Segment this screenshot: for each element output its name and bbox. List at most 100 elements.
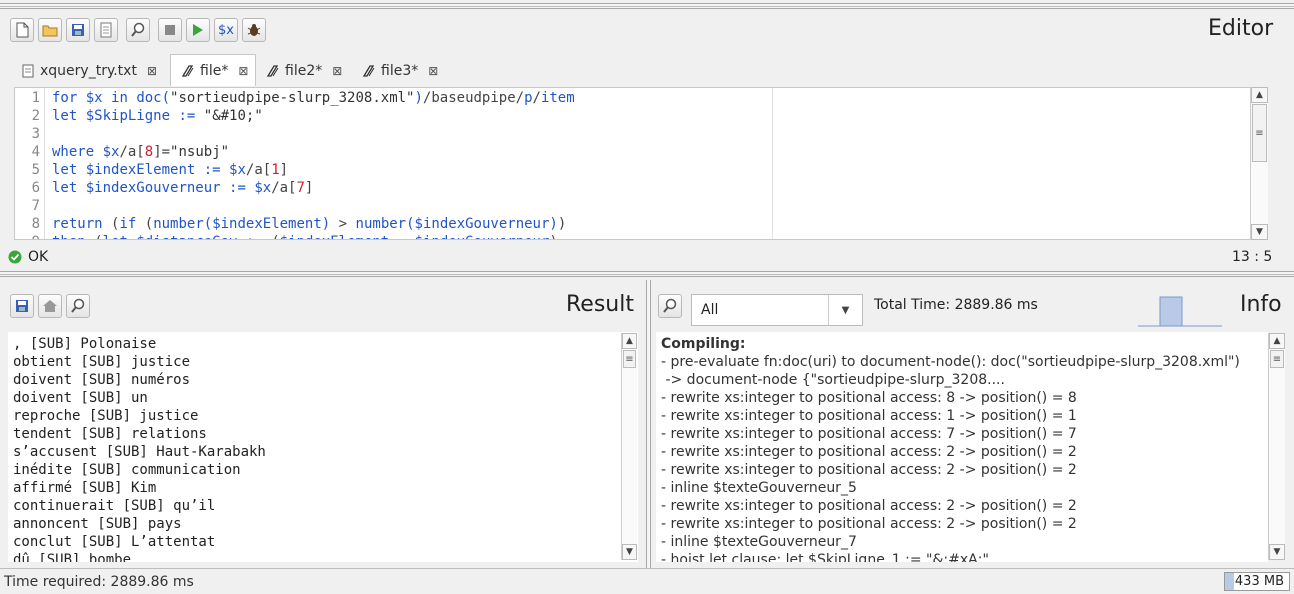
info-line: - pre-evaluate fn:doc(uri) to document-n… bbox=[661, 354, 1240, 370]
result-line: affirmé [SUB] Kim bbox=[13, 480, 157, 496]
scroll-thumb[interactable]: ≡ bbox=[1270, 350, 1284, 368]
play-icon bbox=[193, 24, 203, 36]
close-icon[interactable]: ⊠ bbox=[147, 64, 157, 78]
close-icon[interactable]: ⊠ bbox=[238, 64, 248, 78]
tab-file3[interactable]: file3* ⊠ bbox=[362, 56, 452, 86]
new-file-button[interactable] bbox=[10, 18, 34, 42]
save-icon bbox=[72, 24, 84, 36]
info-filter-select[interactable]: All ▼ bbox=[691, 294, 863, 326]
home-icon bbox=[43, 300, 57, 312]
stop-button[interactable] bbox=[158, 18, 182, 42]
find-info-button[interactable] bbox=[658, 294, 682, 318]
code-line: for $x in doc("sortieudpipe-slurp_3208.x… bbox=[52, 90, 575, 106]
result-line: annoncent [SUB] pays bbox=[13, 516, 182, 532]
tab-file-active[interactable]: file* ⊠ bbox=[170, 54, 256, 86]
status-text: OK bbox=[28, 249, 49, 265]
close-icon[interactable]: ⊠ bbox=[332, 64, 342, 78]
line-number: 3 bbox=[31, 126, 40, 142]
tab-xquery-try[interactable]: xquery_try.txt ⊠ bbox=[22, 56, 167, 86]
result-line: tendent [SUB] relations bbox=[13, 426, 207, 442]
code-editor[interactable]: 1 2 3 4 5 6 7 8 9 for $x in doc("sortieu… bbox=[14, 87, 1268, 240]
variables-button[interactable]: $x bbox=[214, 18, 238, 42]
line-number: 4 bbox=[31, 144, 40, 160]
run-button[interactable] bbox=[186, 18, 210, 42]
info-line: - rewrite xs:integer to positional acces… bbox=[661, 444, 1077, 460]
memory-usage-bar bbox=[1225, 573, 1234, 590]
scroll-up-icon[interactable]: ▲ bbox=[622, 333, 637, 349]
status-bar bbox=[0, 568, 1294, 594]
info-line: - rewrite xs:integer to positional acces… bbox=[661, 462, 1077, 478]
result-line: doivent [SUB] numéros bbox=[13, 372, 191, 388]
home-button[interactable] bbox=[38, 294, 62, 318]
result-title: Result bbox=[566, 292, 634, 317]
memory-label: 433 MB bbox=[1234, 574, 1284, 589]
line-number-gutter: 1 2 3 4 5 6 7 8 9 bbox=[15, 88, 45, 239]
info-output[interactable]: Compiling: - pre-evaluate fn:doc(uri) to… bbox=[656, 332, 1268, 562]
scroll-down-icon[interactable]: ▼ bbox=[622, 544, 637, 560]
variable-icon: $x bbox=[218, 22, 234, 38]
find-button[interactable] bbox=[126, 18, 150, 42]
info-line: - rewrite xs:integer to positional acces… bbox=[661, 498, 1077, 514]
close-icon[interactable]: ⊠ bbox=[428, 64, 438, 78]
info-line: - inline $texteGouverneur_5 bbox=[661, 480, 857, 496]
search-icon bbox=[131, 22, 145, 37]
filter-value: All bbox=[701, 302, 719, 318]
stop-icon bbox=[165, 25, 175, 35]
code-line: where $x/a[8]="nsubj" bbox=[52, 144, 230, 160]
total-time: Total Time: 2889.86 ms bbox=[874, 297, 1038, 313]
line-number: 9 bbox=[32, 233, 40, 239]
code-line: let $SkipLigne := "&#10;" bbox=[52, 108, 263, 124]
find-result-button[interactable] bbox=[66, 294, 90, 318]
properties-button[interactable] bbox=[94, 18, 118, 42]
scroll-up-icon[interactable]: ▲ bbox=[1269, 333, 1285, 349]
debug-button[interactable] bbox=[242, 18, 266, 42]
line-number: 6 bbox=[31, 180, 40, 196]
info-heading: Compiling: bbox=[661, 336, 746, 352]
result-line: dû [SUB] bombe bbox=[13, 552, 132, 562]
top-divider bbox=[0, 3, 1294, 9]
memory-indicator[interactable]: 433 MB bbox=[1224, 572, 1290, 591]
info-title: Info bbox=[1240, 292, 1282, 317]
save-button[interactable] bbox=[66, 18, 90, 42]
code-line: let $indexElement := $x/a[1] bbox=[52, 162, 289, 178]
bug-icon bbox=[247, 24, 261, 36]
chevron-down-icon[interactable]: ▼ bbox=[828, 295, 862, 325]
editor-scrollbar[interactable]: ▲ ≡ ▼ bbox=[1250, 87, 1268, 240]
editor-title: Editor bbox=[1208, 16, 1274, 41]
result-scrollbar[interactable]: ▲ ≡ ▼ bbox=[621, 333, 637, 560]
timing-chart bbox=[1138, 296, 1222, 327]
line-number: 8 bbox=[31, 216, 40, 232]
code-line: then (let $distanceGov := ($indexElement… bbox=[52, 233, 558, 239]
scroll-down-icon[interactable]: ▼ bbox=[1269, 544, 1285, 560]
save-result-button[interactable] bbox=[10, 294, 34, 318]
line-number: 5 bbox=[31, 162, 40, 178]
open-file-button[interactable] bbox=[38, 18, 62, 42]
scroll-thumb[interactable]: ≡ bbox=[623, 350, 636, 368]
document-list-icon bbox=[100, 22, 112, 38]
tab-file2[interactable]: file2* ⊠ bbox=[266, 56, 354, 86]
search-icon bbox=[663, 298, 677, 313]
time-required: Time required: 2889.86 ms bbox=[4, 574, 194, 590]
save-icon bbox=[16, 300, 28, 312]
scroll-up-icon[interactable]: ▲ bbox=[1251, 87, 1268, 103]
scroll-down-icon[interactable]: ▼ bbox=[1251, 224, 1268, 240]
code-line: let $indexGouverneur := $x/a[7] bbox=[52, 180, 314, 196]
info-scrollbar[interactable]: ▲ ≡ ▼ bbox=[1268, 333, 1285, 560]
xquery-file-icon bbox=[266, 65, 279, 77]
line-number: 1 bbox=[31, 90, 40, 106]
info-line: -> document-node {"sortieudpipe-slurp_32… bbox=[661, 372, 1005, 388]
result-output[interactable]: , [SUB] Polonaise obtient [SUB] justice … bbox=[8, 332, 638, 562]
info-line: - inline $texteGouverneur_7 bbox=[661, 534, 857, 550]
info-line: - rewrite xs:integer to positional acces… bbox=[661, 516, 1077, 532]
code-line: return (if (number($indexElement) > numb… bbox=[52, 216, 567, 232]
result-line: doivent [SUB] un bbox=[13, 390, 148, 406]
cursor-position: 13 : 5 bbox=[1232, 249, 1273, 265]
result-line: obtient [SUB] justice bbox=[13, 354, 191, 370]
vertical-divider bbox=[646, 280, 651, 568]
tab-label: file2* bbox=[285, 63, 323, 79]
scroll-thumb[interactable]: ≡ bbox=[1252, 104, 1267, 162]
info-line: - rewrite xs:integer to positional acces… bbox=[661, 426, 1077, 442]
result-line: , [SUB] Polonaise bbox=[13, 336, 157, 352]
result-line: inédite [SUB] communication bbox=[13, 462, 241, 478]
search-icon bbox=[71, 298, 85, 313]
